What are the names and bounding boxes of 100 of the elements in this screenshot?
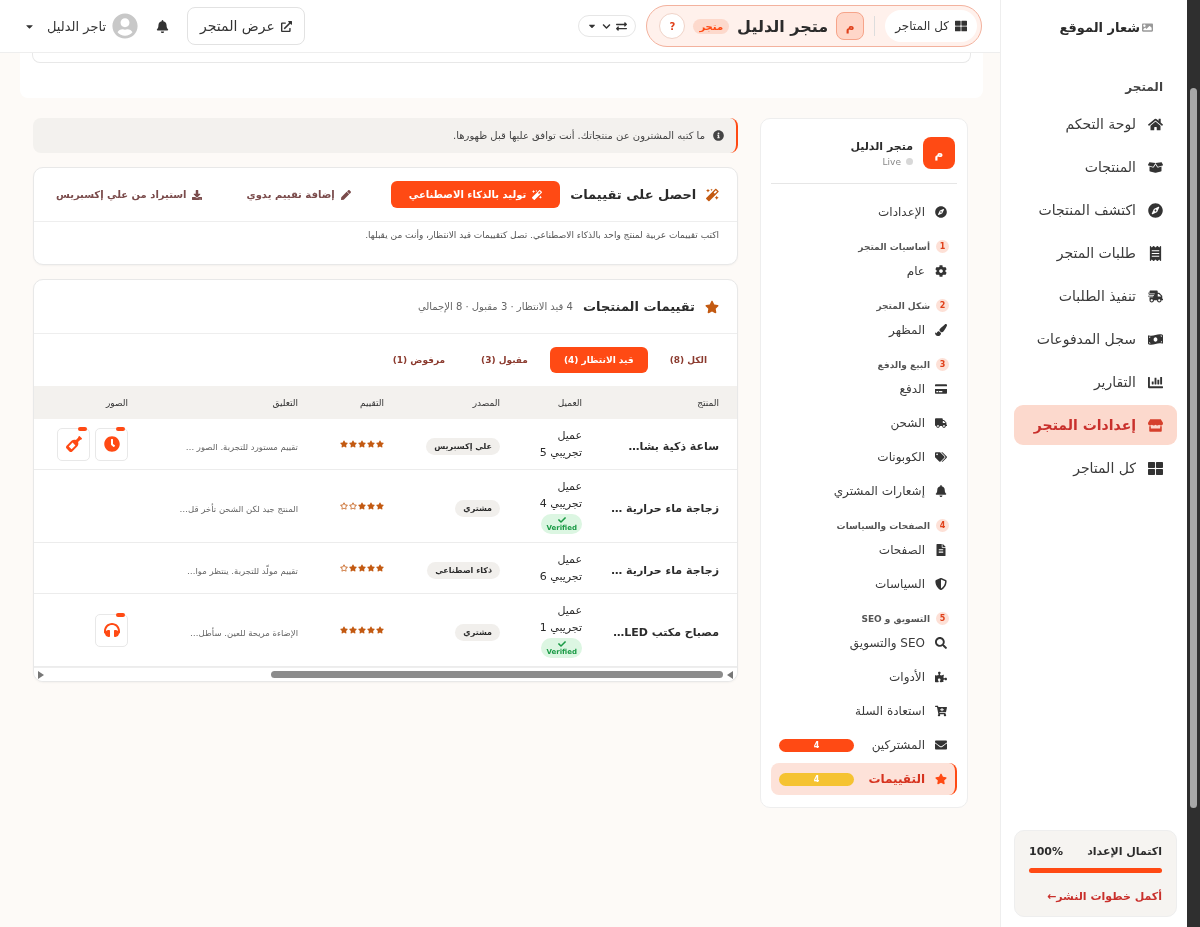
column-header: التعليق	[146, 386, 316, 419]
source-tag: علي إكسبريس	[426, 437, 500, 455]
section-title: شكل المتجر	[876, 300, 930, 311]
bell-icon	[156, 19, 170, 33]
source-tag: مشتري	[455, 623, 500, 641]
sidebar-item[interactable]: طلبات المتجر	[1014, 233, 1177, 273]
section-title: أساسيات المتجر	[858, 241, 930, 252]
nav-icon	[1148, 116, 1163, 132]
sidebar-item[interactable]: كل المتاجر	[1014, 448, 1177, 488]
settings-nav-item[interactable]: الأدوات	[771, 661, 957, 693]
settings-nav-item[interactable]: عام	[771, 255, 957, 287]
store-status: Live	[882, 156, 901, 167]
nav-icon	[935, 637, 947, 649]
step-number: 3	[936, 358, 949, 371]
settings-nav-item[interactable]: استعادة السلة	[771, 695, 957, 727]
product-thumbnail[interactable]	[57, 427, 90, 461]
reviews-summary: 4 قيد الانتظار · 3 مقبول · 8 الإجمالي	[417, 301, 573, 312]
action-link[interactable]: إضافة تقييم يدوي	[242, 181, 355, 208]
view-store-button[interactable]: عرض المتجر	[187, 7, 305, 45]
sidebar-item[interactable]: إعدادات المتجر	[1014, 405, 1177, 445]
publish-steps-link[interactable]: أكمل خطوات النشر←	[1046, 890, 1162, 903]
settings-nav-item[interactable]: المظهر	[771, 314, 957, 346]
page-scrollbar[interactable]	[1187, 0, 1200, 927]
review-comment: تقييم مستورد للتجربة. الصور …	[185, 441, 298, 452]
card-title: احصل على تقييمات	[570, 187, 697, 202]
logo-text: شعار الموقع	[1059, 19, 1140, 35]
settings-nav-item[interactable]: الإعدادات	[771, 196, 957, 228]
nav-icon	[935, 451, 947, 463]
all-stores-button[interactable]: كل المتاجر	[885, 10, 977, 42]
step-number: 1	[936, 240, 949, 253]
sidebar-item[interactable]: تنفيذ الطلبات	[1014, 276, 1177, 316]
product-name: زجاجة ماء حرارية …	[611, 563, 719, 577]
sidebar-item[interactable]: لوحة التحكم	[1014, 104, 1177, 144]
nav-icon	[935, 206, 947, 218]
nav-icon	[1148, 245, 1163, 261]
settings-nav-item[interactable]: الكوبونات	[771, 441, 957, 473]
section-title: البيع والدفع	[877, 359, 930, 370]
card-title: تقييمات المنتجات	[582, 299, 695, 314]
review-comment: الإضاءة مريحة للعين. سأطل…	[190, 627, 298, 638]
star-icon	[705, 299, 719, 314]
status-dot	[906, 158, 913, 165]
grid-icon	[955, 20, 967, 32]
nav-icon	[1148, 288, 1163, 304]
filter-tab[interactable]: الكل (8)	[655, 347, 721, 373]
settings-nav-item[interactable]: إشعارات المشتري	[771, 475, 957, 507]
nav-icon	[935, 705, 947, 717]
settings-nav-item[interactable]: الصفحات	[771, 534, 957, 566]
step-number: 2	[936, 299, 949, 312]
magic-wand-icon	[706, 187, 719, 202]
product-name: زجاجة ماء حرارية …	[611, 501, 719, 515]
nav-icon	[935, 544, 947, 556]
source-tag: مشتري	[455, 499, 500, 517]
nav-icon	[935, 417, 947, 429]
sidebar-item[interactable]: التقارير	[1014, 362, 1177, 402]
avatar-icon	[112, 13, 139, 39]
nav-icon	[935, 773, 947, 785]
product-thumbnail[interactable]	[95, 613, 128, 647]
settings-nav-item[interactable]: الشحن	[771, 407, 957, 439]
settings-nav-item[interactable]: الدفع	[771, 373, 957, 405]
nav-icon	[1148, 374, 1163, 390]
product-name: ساعة ذكية بشا…	[628, 439, 719, 453]
filter-tab[interactable]: مقبول (3)	[467, 347, 542, 373]
review-comment: المنتج جيد لكن الشحن تأخر قل…	[179, 503, 298, 514]
user-menu[interactable]: تاجر الدليل	[24, 13, 139, 39]
filter-tab[interactable]: مرفوض (1)	[378, 347, 460, 373]
customer-name: عميل تجريبي 5	[538, 428, 582, 462]
sidebar-item[interactable]: سجل المدفوعات	[1014, 319, 1177, 359]
customer-name: عميل تجريبي 6	[538, 552, 582, 586]
nav-icon	[1148, 331, 1163, 347]
nav-icon	[935, 739, 947, 751]
card-description: اكتب تقييمات عربية لمنتج واحد بالذكاء الاصطناعي. تصل كتقييمات قيد الانتظار، وأنت من يقبلها.	[364, 228, 720, 242]
notice-text: ما كتبه المشترون عن منتجاتك. أنت توافق عليها قبل ظهورها.	[453, 130, 705, 141]
horizontal-scrollbar[interactable]	[34, 667, 737, 682]
settings-nav-item[interactable]: SEO والتسويق	[771, 627, 957, 659]
nav-icon	[1148, 202, 1163, 218]
section-title: التسويق و SEO	[861, 613, 930, 624]
action-link[interactable]: استيراد من علي إكسبريس	[52, 181, 207, 208]
help-button[interactable]: ?	[659, 13, 686, 39]
review-comment: تقييم مولّد للتجربة. ينتظر موا…	[187, 565, 298, 576]
sidebar-item[interactable]: المنتجات	[1014, 147, 1177, 187]
switch-store-dropdown[interactable]	[578, 15, 637, 37]
nav-icon	[1148, 460, 1163, 476]
step-number: 5	[936, 612, 949, 625]
store-avatar: م	[836, 12, 865, 40]
store-name: متجر الدليل	[737, 16, 829, 36]
store-type-badge: متجر	[693, 18, 730, 34]
nav-icon	[1148, 159, 1163, 175]
customer-name: عميل تجريبي 4	[538, 479, 582, 513]
column-header: الصور	[34, 386, 146, 419]
magic-wand-icon	[532, 189, 543, 200]
sidebar-item[interactable]: اكتشف المنتجات	[1014, 190, 1177, 230]
count-badge: 4	[779, 738, 854, 752]
store-name: متجر الدليل	[850, 139, 913, 153]
column-header: العميل	[518, 386, 600, 419]
store-avatar: م	[923, 137, 955, 169]
product-thumbnail[interactable]	[95, 427, 128, 461]
empty-star-icon	[340, 564, 348, 573]
customer-name: عميل تجريبي 1	[538, 603, 582, 637]
settings-nav-item[interactable]: السياسات	[771, 568, 957, 600]
count-badge: 4	[779, 772, 854, 786]
